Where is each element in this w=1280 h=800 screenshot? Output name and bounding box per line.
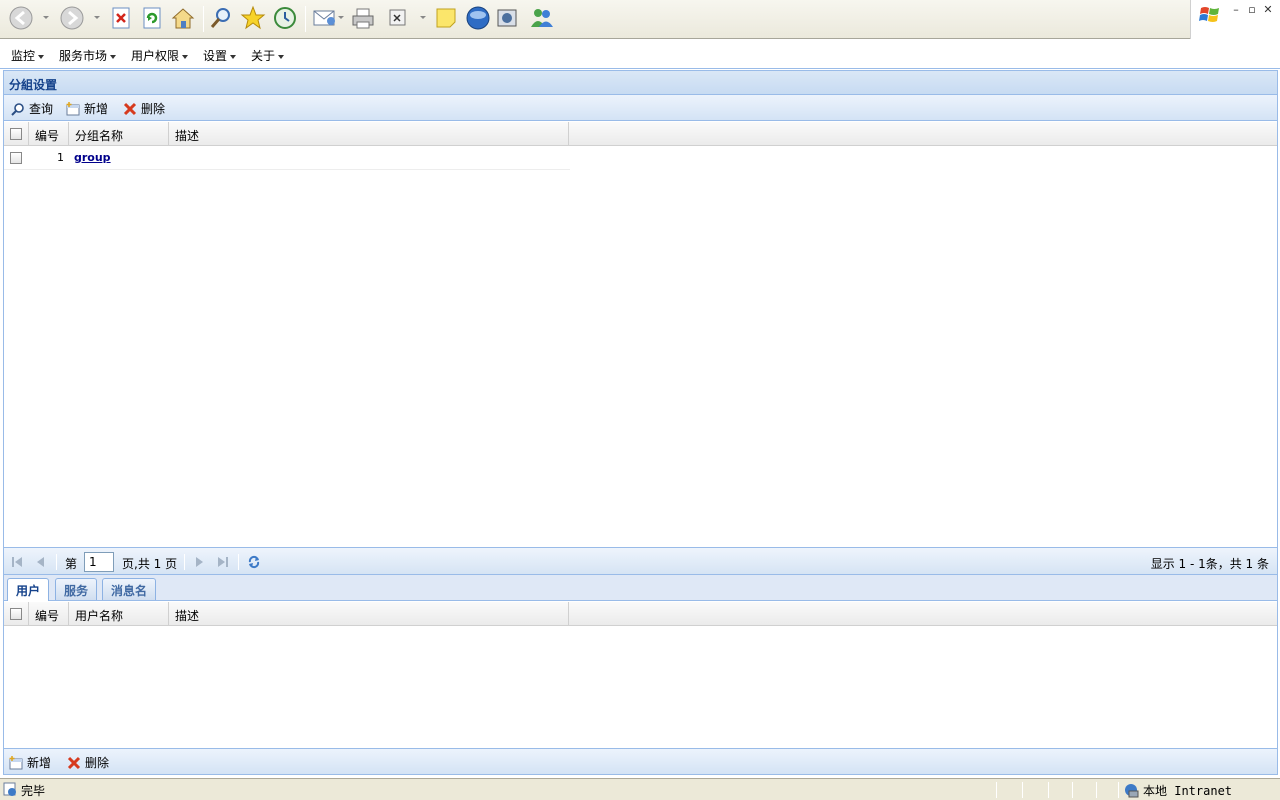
mail-dropdown-icon[interactable] xyxy=(338,16,344,19)
back-icon[interactable] xyxy=(8,5,34,31)
panel-title: 分組设置 xyxy=(9,78,58,92)
row-id: 1 xyxy=(57,151,64,164)
msn-icon[interactable] xyxy=(529,5,555,31)
menu-service-market[interactable]: 服务市场 xyxy=(59,47,117,64)
edit-dropdown-icon[interactable] xyxy=(420,16,426,19)
favorites-icon[interactable] xyxy=(240,5,266,31)
refresh-icon[interactable] xyxy=(139,5,165,31)
query-button[interactable]: 查询 xyxy=(11,100,53,117)
add-group-button-label: 新增 xyxy=(84,102,109,116)
user-grid-header: 编号 用户名称 描述 xyxy=(4,602,1277,626)
add-icon xyxy=(66,101,80,116)
window-controls: – ▫ ✕ xyxy=(1190,0,1280,39)
column-header-description[interactable]: 描述 xyxy=(169,602,569,626)
back-dropdown-icon[interactable] xyxy=(43,16,49,19)
delete-user-button-label: 删除 xyxy=(85,756,110,770)
print-icon[interactable] xyxy=(350,5,376,31)
menu-about-label: 关于 xyxy=(251,49,276,63)
add-user-button[interactable]: 新增 xyxy=(9,754,51,771)
delete-icon xyxy=(67,756,81,770)
mail-icon[interactable] xyxy=(312,5,338,31)
column-header-user-name[interactable]: 用户名称 xyxy=(69,602,169,626)
group-grid-header: 编号 分组名称 描述 xyxy=(4,122,1277,146)
chevron-down-icon xyxy=(182,54,189,59)
select-all-checkbox[interactable] xyxy=(10,128,22,140)
first-page-icon[interactable] xyxy=(11,556,23,568)
refresh-icon[interactable] xyxy=(247,555,261,569)
user-toolbar: 新增 删除 xyxy=(4,748,1277,774)
tab-services[interactable]: 服务 xyxy=(55,578,98,600)
forward-icon[interactable] xyxy=(59,5,85,31)
prev-page-icon[interactable] xyxy=(35,556,47,568)
column-header-id[interactable]: 编号 xyxy=(29,602,69,626)
group-name-link[interactable]: group xyxy=(74,151,111,164)
column-header-description[interactable]: 描述 xyxy=(169,122,569,146)
app-menubar: 监控 服务市场 用户权限 设置 关于 xyxy=(0,39,1280,69)
browser-toolbar: – ▫ ✕ xyxy=(0,0,1280,39)
media-icon[interactable] xyxy=(495,5,521,31)
query-button-label: 查询 xyxy=(29,102,54,116)
delete-icon xyxy=(123,102,137,116)
menu-about[interactable]: 关于 xyxy=(251,47,285,64)
tab-users[interactable]: 用户 xyxy=(7,578,50,601)
page-done-icon xyxy=(3,782,16,796)
chevron-down-icon xyxy=(278,54,285,59)
menu-settings-label: 设置 xyxy=(203,49,228,63)
close-icon[interactable]: ✕ xyxy=(1261,3,1275,16)
messenger-globe-icon[interactable] xyxy=(465,5,491,31)
group-settings-panel: 分組设置 查询 新增 删除 编号 分组名称 描述 1 group 第 1 页,共… xyxy=(3,70,1278,775)
intranet-zone-icon xyxy=(1125,784,1139,798)
group-toolbar: 查询 新增 删除 xyxy=(4,95,1277,121)
menu-service-market-label: 服务市场 xyxy=(59,49,108,63)
forward-dropdown-icon[interactable] xyxy=(94,16,100,19)
delete-group-button[interactable]: 删除 xyxy=(123,100,165,117)
note-icon[interactable] xyxy=(433,5,459,31)
page-number-input[interactable] xyxy=(84,552,114,572)
edit-icon[interactable] xyxy=(385,5,411,31)
history-icon[interactable] xyxy=(272,5,298,31)
security-zone-text: 本地 Intranet xyxy=(1143,784,1233,798)
select-all-cell xyxy=(4,602,29,626)
delete-user-button[interactable]: 删除 xyxy=(67,754,109,771)
chevron-down-icon xyxy=(230,54,237,59)
home-icon[interactable] xyxy=(170,5,196,31)
menu-settings[interactable]: 设置 xyxy=(203,47,237,64)
menu-user-permissions[interactable]: 用户权限 xyxy=(131,47,189,64)
add-group-button[interactable]: 新增 xyxy=(66,100,108,117)
detail-tabs: 用户 服务 消息名 xyxy=(4,575,1277,601)
pagination-bar: 第 页,共 1 页 显示 1 - 1条，共 1 条 xyxy=(4,547,1277,575)
add-user-button-label: 新增 xyxy=(27,756,52,770)
restore-icon[interactable]: ▫ xyxy=(1245,3,1259,16)
last-page-icon[interactable] xyxy=(217,556,229,568)
minimize-icon[interactable]: – xyxy=(1229,3,1243,16)
menu-user-permissions-label: 用户权限 xyxy=(131,49,180,63)
menu-monitor[interactable]: 监控 xyxy=(11,47,45,64)
search-icon xyxy=(11,102,25,116)
status-text: 完毕 xyxy=(21,784,46,798)
search-icon[interactable] xyxy=(208,5,234,31)
menu-monitor-label: 监控 xyxy=(11,49,36,63)
add-icon xyxy=(9,755,23,770)
windows-logo-icon xyxy=(1199,7,1219,22)
panel-header: 分組设置 xyxy=(4,71,1277,95)
page-suffix: 页,共 1 页 xyxy=(122,557,178,571)
stop-icon[interactable] xyxy=(108,5,134,31)
next-page-icon[interactable] xyxy=(193,556,205,568)
table-row[interactable]: 1 group xyxy=(4,146,570,170)
column-header-group-name[interactable]: 分组名称 xyxy=(69,122,169,146)
row-checkbox[interactable] xyxy=(10,152,22,164)
column-header-id[interactable]: 编号 xyxy=(29,122,69,146)
chevron-down-icon xyxy=(110,54,117,59)
chevron-down-icon xyxy=(38,54,45,59)
tab-message-names[interactable]: 消息名 xyxy=(102,578,157,600)
browser-statusbar: 完毕 本地 Intranet xyxy=(0,778,1280,800)
pagination-summary: 显示 1 - 1条，共 1 条 xyxy=(1150,557,1269,571)
select-all-checkbox[interactable] xyxy=(10,608,22,620)
delete-group-button-label: 删除 xyxy=(141,102,166,116)
select-all-cell xyxy=(4,122,29,146)
page-prefix: 第 xyxy=(65,557,78,571)
